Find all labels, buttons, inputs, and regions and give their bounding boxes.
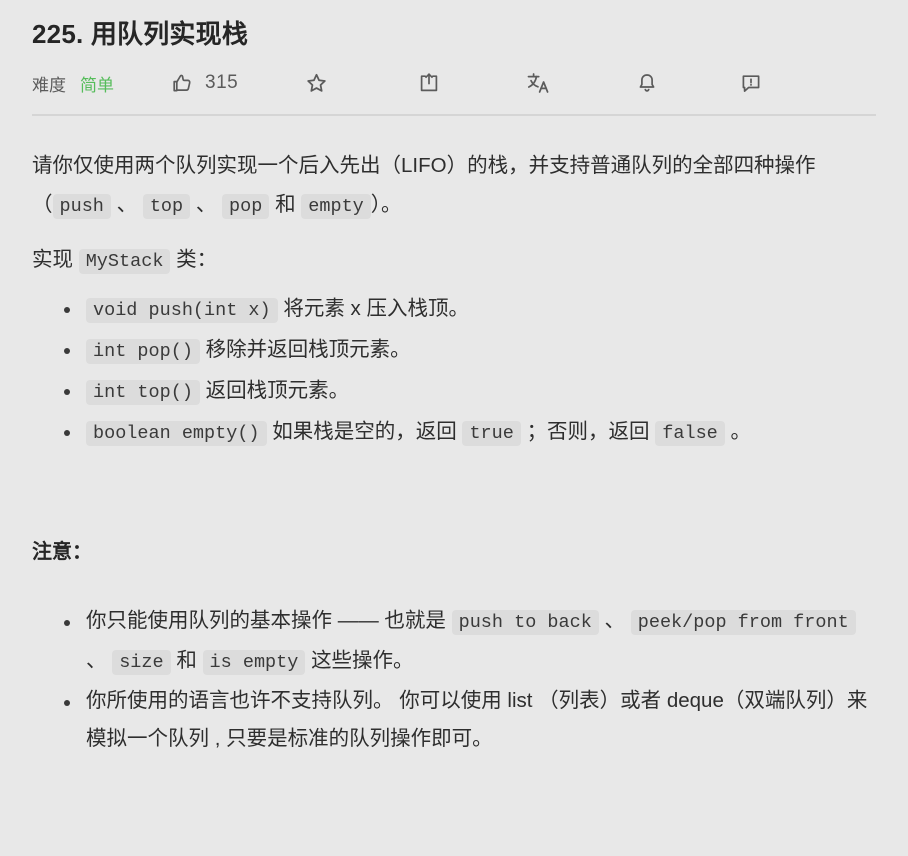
problem-page: 225. 用队列实现栈 难度 简单 315 请你仅使用两个队列实现一个后入先出（… [0, 0, 908, 856]
code-chip-push-to-back: push to back [451, 610, 599, 635]
method-desc-push: 将元素 x 压入栈顶。 [283, 297, 469, 320]
code-chip-method-pop: int pop() [86, 339, 200, 364]
list-item: boolean empty() 如果栈是空的，返回 true ；否则，返回 fa… [64, 412, 876, 453]
note-text-1e: 这些操作。 [311, 649, 414, 672]
upvote-count: 315 [205, 72, 239, 93]
code-chip-size: size [112, 650, 171, 675]
code-chip-false: false [655, 421, 725, 446]
desc-text-1b: 、 [116, 193, 138, 216]
desc-text-2a: 实现 [32, 248, 73, 271]
desc-text-1d: 和 [275, 193, 296, 216]
code-chip-method-empty: boolean empty() [86, 421, 267, 446]
method-desc-pop: 移除并返回栈顶元素。 [205, 338, 411, 361]
feedback-icon [739, 71, 763, 95]
upvote-button[interactable]: 315 [170, 71, 238, 95]
code-chip-top: top [142, 194, 191, 219]
description-paragraph-2: 实现 MyStack 类： [32, 240, 876, 281]
method-desc-top: 返回栈顶元素。 [205, 379, 350, 402]
problem-meta-bar: 难度 简单 315 [32, 58, 876, 108]
code-chip-method-push: void push(int x) [86, 298, 278, 323]
note-text-2: 你所使用的语言也许不支持队列。 你可以使用 list （列表）或者 deque（… [86, 689, 868, 750]
list-item: int top() 返回栈顶元素。 [64, 371, 876, 412]
code-chip-peek-pop-from-front: peek/pop from front [630, 610, 856, 635]
code-chip-mystack: MyStack [78, 249, 171, 274]
translate-button[interactable] [525, 70, 551, 96]
feedback-button[interactable] [739, 71, 763, 95]
list-item: void push(int x) 将元素 x 压入栈顶。 [64, 289, 876, 330]
code-chip-method-top: int top() [86, 380, 200, 405]
page-title: 225. 用队列实现栈 [32, 19, 249, 49]
thumbs-up-icon [170, 71, 194, 95]
description-paragraph-1: 请你仅使用两个队列实现一个后入先出（LIFO）的栈，并支持普通队列的全部四种操作… [32, 146, 876, 226]
code-chip-is-empty: is empty [202, 650, 306, 675]
desc-text-1c: 、 [195, 193, 217, 216]
list-item: int pop() 移除并返回栈顶元素。 [64, 330, 876, 371]
desc-text-1e: ）。 [370, 193, 402, 216]
difficulty-badge: 简单 [80, 75, 114, 95]
note-text-1c: 、 [86, 649, 107, 672]
share-button[interactable] [417, 71, 441, 95]
code-chip-pop: pop [222, 194, 270, 219]
problem-description: 请你仅使用两个队列实现一个后入先出（LIFO）的栈，并支持普通队列的全部四种操作… [32, 116, 876, 758]
translate-icon [525, 70, 551, 96]
note-text-1d: 和 [176, 649, 197, 672]
notification-button[interactable] [635, 71, 659, 95]
favorite-button[interactable] [304, 71, 329, 96]
desc-text-2b: 类： [176, 248, 218, 271]
method-desc-empty: 如果栈是空的，返回 [272, 420, 457, 443]
notes-heading: 注意： [32, 541, 92, 563]
note-text-1a: 你只能使用队列的基本操作 —— 也就是 [86, 609, 446, 632]
method-list: void push(int x) 将元素 x 压入栈顶。 int pop() 移… [32, 289, 876, 453]
star-icon [304, 71, 329, 96]
note-text-1b: 、 [604, 609, 626, 632]
method-desc-empty-3: 。 [730, 420, 751, 443]
notes-spacer [32, 572, 876, 594]
difficulty-label: 难度 [32, 75, 66, 95]
notes-list: 你只能使用队列的基本操作 —— 也就是 push to back 、 peek/… [32, 602, 876, 758]
list-item: 你只能使用队列的基本操作 —— 也就是 push to back 、 peek/… [64, 602, 876, 682]
code-chip-empty: empty [301, 194, 371, 219]
method-desc-empty-2: ；否则，返回 [526, 420, 650, 443]
code-chip-true: true [462, 421, 521, 446]
share-icon [417, 71, 441, 95]
bell-icon [635, 71, 659, 95]
code-chip-push: push [52, 194, 111, 219]
list-item: 你所使用的语言也许不支持队列。 你可以使用 list （列表）或者 deque（… [64, 682, 876, 758]
